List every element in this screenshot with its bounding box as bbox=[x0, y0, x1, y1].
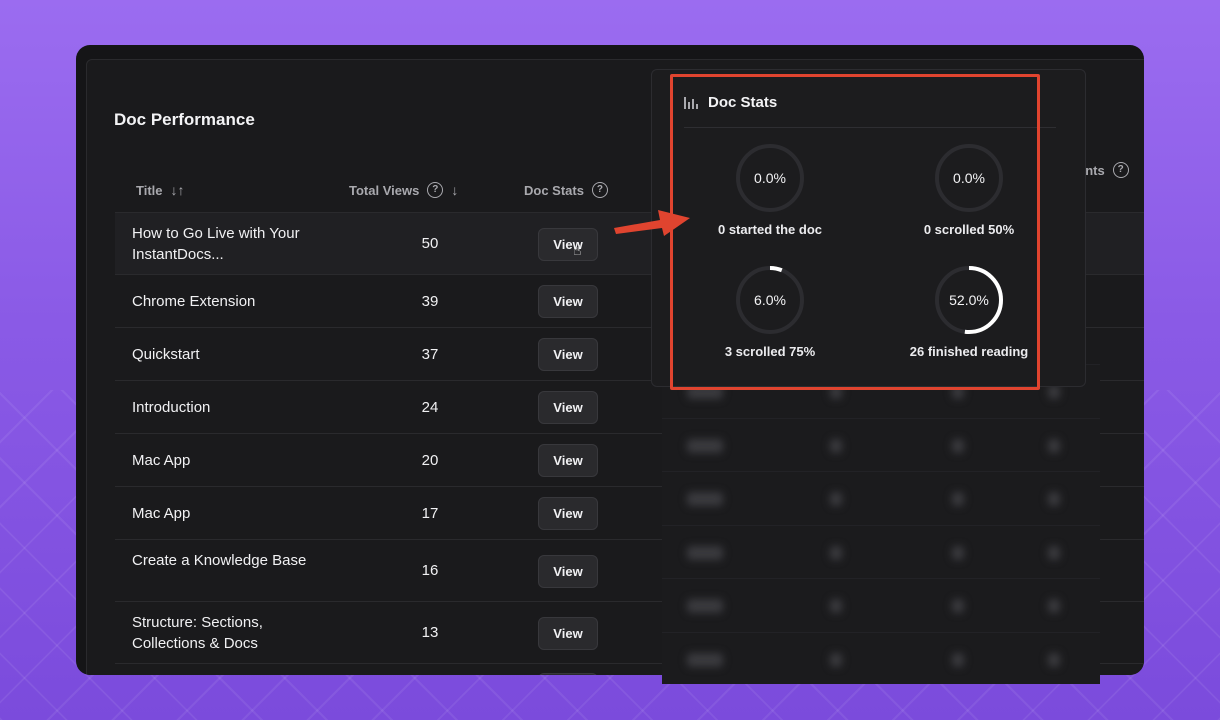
blurred-cell bbox=[687, 652, 723, 667]
view-stats-button[interactable]: View bbox=[538, 554, 598, 588]
title-column-header[interactable]: Title ↓↑ bbox=[136, 182, 185, 198]
blurred-cell bbox=[952, 492, 964, 506]
view-stats-button[interactable]: View bbox=[538, 391, 598, 424]
blurred-cell bbox=[1048, 438, 1060, 453]
blurred-row bbox=[662, 417, 1100, 472]
blurred-cell bbox=[1048, 599, 1060, 613]
view-stats-button[interactable]: View bbox=[538, 497, 598, 530]
row-title[interactable]: Mac App bbox=[132, 450, 322, 471]
blurred-row bbox=[662, 631, 1100, 685]
doc-stats-column-header: Doc Stats ? bbox=[524, 182, 608, 198]
view-stats-button[interactable]: View bbox=[538, 672, 598, 675]
blurred-cell bbox=[952, 545, 964, 560]
row-title[interactable]: Introduction bbox=[132, 397, 322, 418]
row-views: 20 bbox=[421, 451, 439, 469]
view-stats-button[interactable]: View bbox=[538, 616, 598, 650]
row-views: 17 bbox=[421, 504, 439, 522]
view-stats-button[interactable]: View bbox=[538, 338, 598, 371]
blurred-cell bbox=[687, 545, 723, 560]
highlight-box bbox=[670, 74, 1040, 390]
blurred-cell bbox=[687, 492, 723, 506]
panel-title: Doc Performance bbox=[114, 110, 255, 129]
views-column-header[interactable]: Total Views ? ↓ bbox=[349, 182, 458, 198]
view-stats-button[interactable]: View ☝ bbox=[538, 227, 598, 261]
help-icon[interactable]: ? bbox=[591, 182, 608, 198]
blurred-cell bbox=[687, 599, 723, 613]
blurred-row bbox=[662, 578, 1100, 632]
blurred-cell bbox=[830, 492, 842, 506]
row-title[interactable]: Chrome Extension bbox=[132, 291, 322, 312]
blurred-cell bbox=[1048, 492, 1060, 506]
blurred-cell bbox=[830, 438, 842, 453]
view-stats-button[interactable]: View bbox=[538, 444, 598, 477]
row-title[interactable]: Quickstart bbox=[132, 344, 322, 365]
blurred-row bbox=[662, 471, 1100, 525]
pointer-arrow-icon bbox=[614, 210, 690, 236]
row-title[interactable]: Structure: Sections, Collections & Docs bbox=[132, 612, 322, 654]
blurred-cell bbox=[952, 438, 964, 453]
blurred-cell bbox=[1048, 545, 1060, 560]
sort-icon[interactable]: ↓↑ bbox=[171, 182, 185, 198]
blurred-cell bbox=[830, 599, 842, 613]
row-views: 16 bbox=[421, 562, 439, 579]
blurred-cell bbox=[830, 652, 842, 667]
row-views: 50 bbox=[421, 235, 439, 252]
blurred-cell bbox=[830, 545, 842, 560]
row-title[interactable]: How to Go Live with Your InstantDocs... bbox=[132, 223, 322, 265]
blurred-columns bbox=[662, 364, 1100, 684]
view-stats-button[interactable]: View bbox=[538, 285, 598, 318]
help-icon[interactable]: ? bbox=[1112, 162, 1129, 178]
row-title[interactable]: Mac App bbox=[132, 503, 322, 524]
blurred-cell bbox=[687, 438, 723, 453]
blurred-row bbox=[662, 524, 1100, 579]
row-views: 24 bbox=[421, 398, 439, 416]
blurred-cell bbox=[1048, 652, 1060, 667]
blurred-cell bbox=[1048, 385, 1060, 399]
help-icon[interactable]: ? bbox=[427, 182, 444, 198]
row-views: 37 bbox=[421, 345, 439, 363]
arrow-down-icon[interactable]: ↓ bbox=[451, 182, 458, 198]
row-title[interactable]: Create a Knowledge Base bbox=[132, 550, 322, 571]
blurred-cell bbox=[952, 599, 964, 613]
row-views: 13 bbox=[421, 624, 439, 641]
row-views: 39 bbox=[421, 292, 439, 310]
blurred-cell bbox=[952, 652, 964, 667]
hand-cursor-icon: ☝ bbox=[573, 241, 582, 258]
